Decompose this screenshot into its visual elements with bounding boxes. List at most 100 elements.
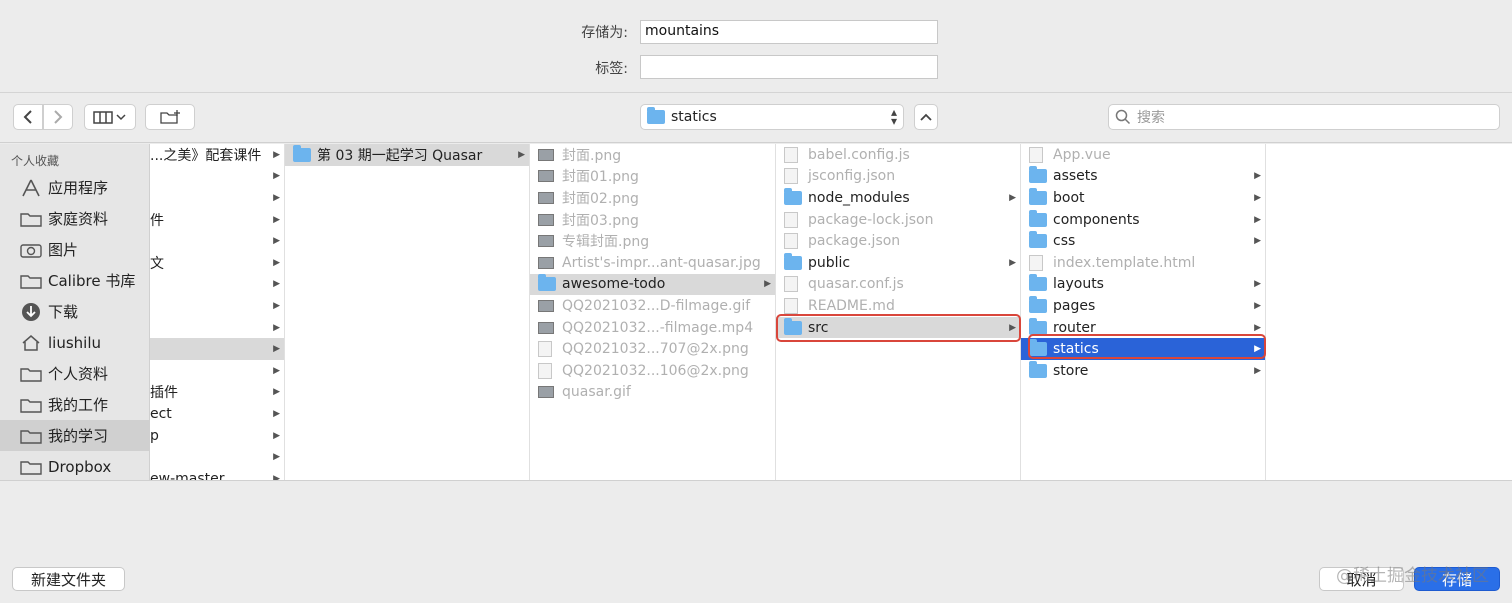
file-row[interactable]: p ▶ (150, 425, 284, 447)
file-row[interactable]: ▶ (150, 274, 284, 296)
search-field[interactable]: 搜索 (1108, 104, 1500, 130)
file-row[interactable]: node_modules ▶ (776, 187, 1020, 209)
file-name: 专辑封面.png (562, 234, 650, 251)
camera-icon (20, 241, 42, 259)
file-row[interactable]: QQ2021032...-filmage.mp4 (530, 317, 775, 339)
file-row[interactable]: pages ▶ (1021, 295, 1265, 317)
image-file-icon (538, 169, 556, 183)
tags-field[interactable] (640, 55, 938, 79)
file-row[interactable]: quasar.conf.js (776, 274, 1020, 296)
back-button[interactable] (13, 104, 43, 130)
sidebar-item[interactable]: 应用程序 (0, 172, 149, 203)
file-row[interactable]: assets ▶ (1021, 166, 1265, 188)
file-row[interactable]: ▶ (150, 446, 284, 468)
disclosure-arrow-icon: ▶ (273, 149, 280, 160)
file-row[interactable]: ▶ (150, 360, 284, 382)
file-row[interactable]: package-lock.json (776, 209, 1020, 231)
sidebar-item-label: Calibre 书库 (48, 272, 136, 290)
path-dropdown[interactable]: statics ▴ ▾ (640, 104, 904, 130)
file-row[interactable]: ect ▶ (150, 403, 284, 425)
file-row[interactable]: QQ2021032...106@2x.png (530, 360, 775, 382)
search-placeholder: 搜索 (1137, 110, 1165, 126)
file-row[interactable]: 插件 ▶ (150, 382, 284, 404)
file-row[interactable]: css ▶ (1021, 230, 1265, 252)
sidebar-item[interactable]: 我的工作 (0, 389, 149, 420)
file-row[interactable]: boot ▶ (1021, 187, 1265, 209)
file-row[interactable]: 专辑封面.png (530, 230, 775, 252)
file-row[interactable]: 第 03 期一起学习 Quasar ▶ (285, 144, 529, 166)
sidebar-item[interactable]: liushilu (0, 327, 149, 358)
forward-button[interactable] (43, 104, 73, 130)
sidebar-item-label: 图片 (48, 241, 79, 259)
file-name: 文 (150, 255, 164, 272)
disclosure-arrow-icon: ▶ (273, 430, 280, 441)
expand-collapse-button[interactable] (914, 104, 938, 130)
file-row[interactable]: ew-master ▶ (150, 468, 284, 480)
file-row[interactable]: index.template.html (1021, 252, 1265, 274)
file-row[interactable]: store ▶ (1021, 360, 1265, 382)
file-name: QQ2021032...707@2x.png (562, 341, 749, 358)
file-row[interactable]: 文 ▶ (150, 252, 284, 274)
folder-icon (784, 187, 802, 205)
new-folder-button[interactable]: 新建文件夹 (12, 567, 125, 591)
disclosure-arrow-icon: ▶ (1254, 365, 1261, 376)
sidebar-item[interactable]: Dropbox (0, 451, 149, 480)
file-row[interactable]: layouts ▶ (1021, 274, 1265, 296)
download-icon (20, 302, 42, 321)
file-row[interactable]: public ▶ (776, 252, 1020, 274)
file-row[interactable]: Artist's-impr...ant-quasar.jpg (530, 252, 775, 274)
folder-icon (1029, 295, 1047, 313)
apps-icon (20, 179, 42, 197)
disclosure-arrow-icon: ▶ (1254, 279, 1261, 290)
file-row[interactable]: package.json (776, 230, 1020, 252)
disclosure-arrow-icon: ▶ (273, 365, 280, 376)
sidebar-item[interactable]: Calibre 书库 (0, 265, 149, 296)
file-name: QQ2021032...106@2x.png (562, 362, 749, 379)
view-mode-button[interactable] (84, 104, 136, 130)
file-row[interactable]: ▶ (150, 317, 284, 339)
new-folder-toolbar-button[interactable] (145, 104, 195, 130)
file-row[interactable]: 封面03.png (530, 209, 775, 231)
sidebar-item[interactable]: 个人资料 (0, 358, 149, 389)
file-row[interactable]: quasar.gif (530, 382, 775, 404)
document-file-icon (1029, 254, 1047, 271)
file-row[interactable]: jsconfig.json (776, 166, 1020, 188)
file-row[interactable]: components ▶ (1021, 209, 1265, 231)
file-row[interactable]: ▶ (150, 230, 284, 252)
disclosure-arrow-icon: ▶ (273, 322, 280, 333)
folder-icon (20, 210, 42, 228)
sidebar-item[interactable]: 我的学习 (0, 420, 149, 451)
disclosure-arrow-icon: ▶ (1254, 214, 1261, 225)
columns-view-icon (93, 111, 126, 124)
save-as-field[interactable]: mountains (640, 20, 938, 44)
column-4: babel.config.js jsconfig.json node_modules… (776, 144, 1021, 480)
folder-icon (20, 458, 42, 476)
file-row[interactable]: App.vue (1021, 144, 1265, 166)
file-name: 封面03.png (562, 212, 639, 229)
file-row[interactable]: babel.config.js (776, 144, 1020, 166)
file-row[interactable]: QQ2021032...D-filmage.gif (530, 295, 775, 317)
sidebar-item[interactable]: 家庭资料 (0, 203, 149, 234)
document-file-icon (784, 297, 802, 314)
file-name: README.md (808, 297, 895, 314)
disclosure-arrow-icon: ▶ (273, 257, 280, 268)
file-row[interactable]: 封面02.png (530, 187, 775, 209)
file-row[interactable]: ▶ (150, 187, 284, 209)
file-row[interactable]: awesome-todo ▶ (530, 273, 775, 296)
file-row[interactable]: ...之美》配套课件 ▶ (150, 144, 284, 166)
sidebar-item[interactable]: 下载 (0, 296, 149, 327)
file-row[interactable]: 封面01.png (530, 166, 775, 188)
file-row[interactable]: ▶ (150, 338, 284, 360)
file-row[interactable]: 封面.png (530, 144, 775, 166)
file-row[interactable]: 件 ▶ (150, 209, 284, 231)
image-file-icon (538, 256, 556, 270)
file-row[interactable]: QQ2021032...707@2x.png (530, 338, 775, 360)
column-browser: ...之美》配套课件 ▶ ▶ ▶ 件 ▶ ▶ 文 ▶ ▶ ▶ ▶ ▶ ▶ 插件 ▶ ect ▶ p ▶ ▶ ew-mast… (150, 144, 1512, 480)
toolbar: statics ▴ ▾ 搜索 (0, 93, 1512, 143)
folder-icon (784, 252, 802, 270)
file-row[interactable]: ▶ (150, 166, 284, 188)
disclosure-arrow-icon: ▶ (1254, 236, 1261, 247)
sidebar-item[interactable]: 图片 (0, 234, 149, 265)
file-name: components (1053, 211, 1140, 228)
file-row[interactable]: ▶ (150, 295, 284, 317)
